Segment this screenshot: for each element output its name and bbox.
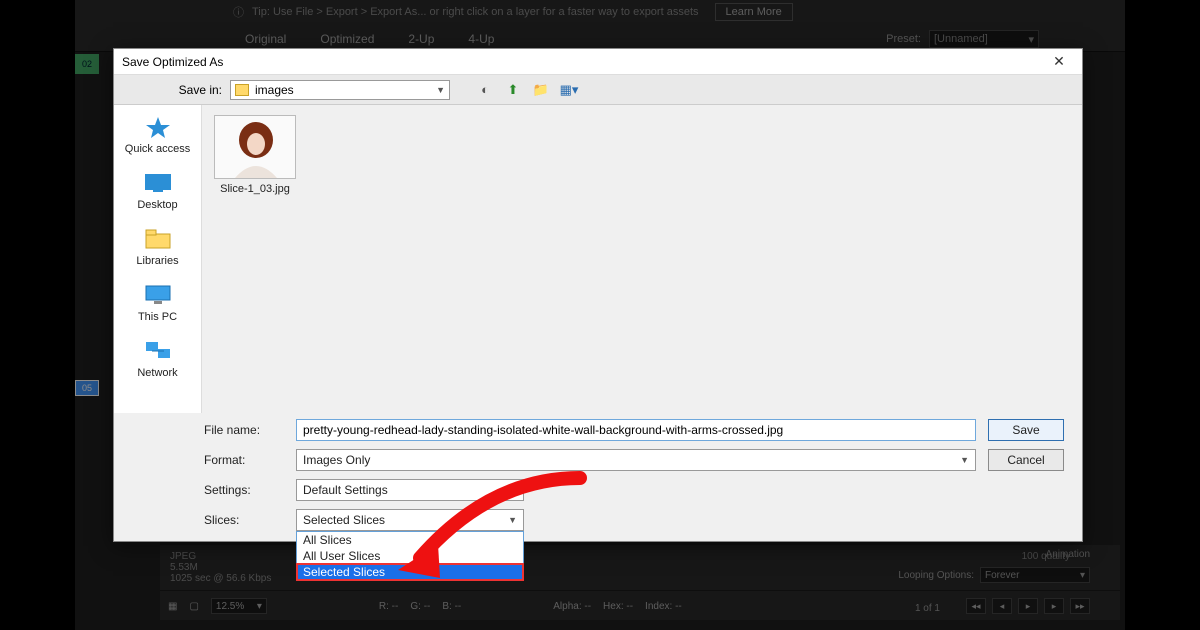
prev-frame-button[interactable]: ◂ — [992, 598, 1012, 614]
next-frame-button[interactable]: ▸ — [1044, 598, 1064, 614]
zoom-dropdown[interactable]: 12.5% ▾ — [211, 598, 267, 614]
dialog-bottom-form: File name: Save Format: Images Only ▼ Can… — [114, 413, 1082, 541]
libraries-icon — [141, 225, 175, 253]
tab-original[interactable]: Original — [235, 28, 296, 50]
filename-label: File name: — [204, 423, 284, 437]
slices-label: Slices: — [204, 513, 284, 527]
settings-dropdown[interactable]: Default Settings ▼ — [296, 479, 524, 501]
save-optimized-as-dialog: Save Optimized As ✕ Save in: images ▼ ◐ … — [113, 48, 1083, 542]
sidebar-item-label: Libraries — [136, 255, 178, 267]
save-in-label: Save in: — [174, 83, 222, 97]
tip-bar: ⓘ Tip: Use File > Export > Export As... … — [205, 0, 1195, 24]
save-in-value: images — [255, 83, 294, 97]
chevron-down-icon: ▾ — [1080, 570, 1085, 581]
this-pc-icon — [141, 281, 175, 309]
file-browser-pane[interactable]: Slice-1_03.jpg — [202, 105, 1082, 413]
chevron-down-icon: ▼ — [436, 85, 445, 95]
save-in-row: Save in: images ▼ ◐ ⬆ 📁 ▦▾ — [114, 75, 1082, 105]
status-alpha: Alpha: -- — [553, 601, 591, 612]
tip-text: Tip: Use File > Export > Export As... or… — [252, 6, 699, 18]
sidebar-item-label: This PC — [138, 311, 177, 323]
network-icon — [141, 337, 175, 365]
tab-optimized[interactable]: Optimized — [310, 28, 384, 50]
up-folder-icon[interactable]: ⬆ — [504, 81, 522, 99]
slices-dropdown[interactable]: Selected Slices ▼ — [296, 509, 524, 531]
thumbnail-caption: Slice-1_03.jpg — [220, 183, 290, 195]
desktop-icon — [141, 169, 175, 197]
status-r: R: -- — [379, 601, 398, 612]
status-time: 1025 sec @ 56.6 Kbps — [170, 573, 271, 584]
looping-label: Looping Options: — [898, 570, 974, 581]
looping-value: Forever — [985, 570, 1019, 581]
dialog-title: Save Optimized As — [122, 55, 223, 69]
chevron-down-icon: ▼ — [960, 455, 969, 465]
save-button[interactable]: Save — [988, 419, 1064, 441]
animation-label: Animation — [1046, 549, 1090, 560]
playback-controls: ◂◂ ◂ ▸ ▸ ▸▸ — [966, 598, 1090, 614]
back-icon[interactable]: ◐ — [476, 81, 494, 99]
preview-tabs: Original Optimized 2-Up 4-Up — [235, 28, 504, 50]
sidebar-item-label: Network — [137, 367, 177, 379]
first-frame-button[interactable]: ◂◂ — [966, 598, 986, 614]
looping-dropdown[interactable]: Forever ▾ — [980, 567, 1090, 583]
info-icon: ⓘ — [233, 4, 244, 20]
close-button[interactable]: ✕ — [1044, 52, 1074, 72]
sidebar-network[interactable]: Network — [114, 335, 201, 381]
grid-icon[interactable]: ▦ — [168, 601, 177, 612]
format-label: Format: — [204, 453, 284, 467]
file-thumbnail[interactable]: Slice-1_03.jpg — [212, 115, 298, 195]
format-dropdown[interactable]: Images Only ▼ — [296, 449, 976, 471]
chevron-down-icon: ▼ — [508, 485, 517, 495]
places-sidebar: Quick access Desktop Libraries This PC N… — [114, 105, 202, 413]
status-size: 5.53M — [170, 562, 271, 573]
preset-value: [Unnamed] — [934, 33, 988, 45]
photoshop-topbar: ⓘ Tip: Use File > Export > Export As... … — [75, 0, 1125, 52]
slice-badge-05: 05 — [75, 380, 99, 396]
status-index: Index: -- — [645, 601, 682, 612]
save-in-dropdown[interactable]: images ▼ — [230, 80, 450, 100]
view-menu-icon[interactable]: ▦▾ — [560, 81, 578, 99]
status-b: B: -- — [442, 601, 461, 612]
chevron-down-icon: ▼ — [508, 515, 517, 525]
quick-access-icon — [141, 113, 175, 141]
slices-value: Selected Slices — [303, 513, 385, 527]
hand-icon[interactable]: ▢ — [189, 601, 198, 612]
status-g: G: -- — [410, 601, 430, 612]
status-hex: Hex: -- — [603, 601, 633, 612]
sidebar-desktop[interactable]: Desktop — [114, 167, 201, 213]
settings-label: Settings: — [204, 483, 284, 497]
status-format: JPEG — [170, 551, 271, 562]
zoom-value: 12.5% — [216, 601, 244, 612]
preset-control: Preset: [Unnamed] ▾ — [886, 30, 1039, 48]
new-folder-icon[interactable]: 📁 — [532, 81, 550, 99]
sidebar-libraries[interactable]: Libraries — [114, 223, 201, 269]
cancel-button[interactable]: Cancel — [988, 449, 1064, 471]
sidebar-this-pc[interactable]: This PC — [114, 279, 201, 325]
filename-input[interactable] — [296, 419, 976, 441]
tab-4up[interactable]: 4-Up — [458, 28, 504, 50]
tab-2up[interactable]: 2-Up — [398, 28, 444, 50]
frame-pager: 1 of 1 — [915, 603, 940, 614]
slices-option-selected[interactable]: Selected Slices — [297, 564, 523, 580]
play-button[interactable]: ▸ — [1018, 598, 1038, 614]
slices-option-all-user[interactable]: All User Slices — [297, 548, 523, 564]
dialog-titlebar[interactable]: Save Optimized As ✕ — [114, 49, 1082, 75]
sidebar-item-label: Desktop — [137, 199, 177, 211]
format-value: Images Only — [303, 453, 370, 467]
sidebar-quick-access[interactable]: Quick access — [114, 111, 201, 157]
chevron-down-icon: ▾ — [257, 601, 262, 612]
learn-more-button[interactable]: Learn More — [715, 3, 793, 21]
sidebar-item-label: Quick access — [125, 143, 190, 155]
slices-dropdown-list: All Slices All User Slices Selected Slic… — [296, 531, 524, 581]
thumbnail-image — [214, 115, 296, 179]
last-frame-button[interactable]: ▸▸ — [1070, 598, 1090, 614]
chevron-down-icon: ▾ — [1028, 33, 1034, 46]
folder-icon — [235, 84, 249, 96]
preset-dropdown[interactable]: [Unnamed] ▾ — [929, 30, 1039, 48]
slices-option-all[interactable]: All Slices — [297, 532, 523, 548]
slice-badge-02: 02 — [75, 54, 99, 74]
settings-value: Default Settings — [303, 483, 388, 497]
preset-label: Preset: — [886, 33, 921, 45]
